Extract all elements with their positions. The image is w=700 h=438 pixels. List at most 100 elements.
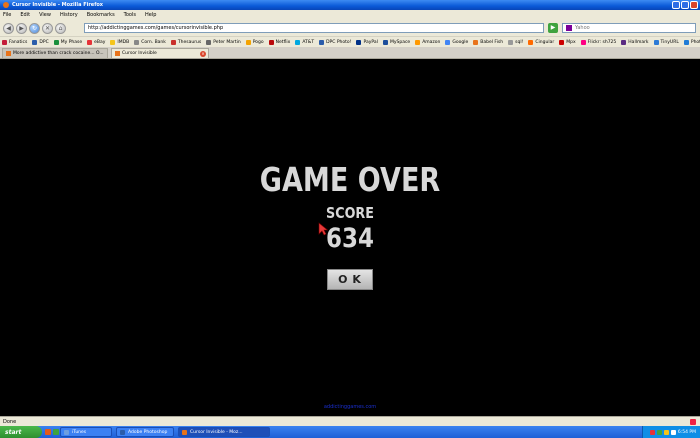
bookmark-item[interactable]: Photobucket	[683, 39, 700, 45]
bookmark-favicon-icon	[87, 39, 93, 45]
ok-button[interactable]: OK	[327, 269, 373, 290]
quick-launch-icon[interactable]	[45, 429, 51, 435]
bookmark-item[interactable]: Cingular	[528, 39, 554, 45]
bookmark-item[interactable]: Peter Martin	[206, 39, 241, 45]
bookmark-favicon-icon	[53, 39, 59, 45]
bookmark-favicon-icon	[473, 39, 479, 45]
menu-bookmarks[interactable]: Bookmarks	[87, 12, 115, 18]
bookmark-item[interactable]: Flickr: sh725	[580, 39, 617, 45]
bookmark-favicon-icon	[170, 39, 176, 45]
bookmark-item[interactable]: Pogo	[245, 39, 264, 45]
bookmark-label: Amazon	[422, 39, 441, 45]
task-itunes[interactable]: iTunes	[60, 427, 112, 437]
tab-cursor-invisible[interactable]: Cursor Invisible ×	[111, 48, 209, 58]
bookmark-item[interactable]: TinyURL	[653, 39, 679, 45]
bookmark-favicon-icon	[683, 39, 689, 45]
firefox-icon	[182, 429, 187, 435]
bookmark-label: Hallmark	[628, 39, 649, 45]
bookmark-label: Peter Martin	[213, 39, 241, 45]
bookmark-label: TinyURL	[660, 39, 679, 45]
bookmark-label: sql!	[515, 39, 524, 45]
bookmark-item[interactable]: sql!	[508, 39, 524, 45]
bookmark-item[interactable]: IMDB	[110, 39, 129, 45]
menu-edit[interactable]: Edit	[20, 12, 30, 18]
bookmark-item[interactable]: Hallmark	[621, 39, 649, 45]
maximize-button[interactable]	[681, 1, 689, 9]
bookmark-item[interactable]: Fanatics	[2, 39, 28, 45]
bookmark-item[interactable]: MySpace	[382, 39, 411, 45]
footer-link[interactable]: addictinggames.com	[0, 404, 700, 410]
go-button[interactable]: ▶	[548, 23, 558, 33]
bookmark-label: Babel Fish	[480, 39, 504, 45]
tab-label: More addictive than crack cocaine... O..…	[13, 51, 104, 56]
bookmark-label: Corn. Bank	[141, 39, 166, 45]
bookmark-label: Google	[452, 39, 469, 45]
score-label: SCORE	[326, 204, 374, 222]
reload-button[interactable]: ↻	[29, 22, 40, 34]
bookmark-item[interactable]: PayPal	[356, 39, 378, 45]
bookmark-label: PayPal	[363, 39, 378, 45]
bookmark-label: Fanatics	[9, 39, 28, 45]
task-firefox[interactable]: Cursor Invisible - Moz...	[178, 427, 270, 437]
bookmark-item[interactable]: DPC	[32, 39, 49, 45]
bookmark-label: Flickr: sh725	[587, 39, 617, 45]
photoshop-icon	[120, 429, 125, 435]
menu-view[interactable]: View	[39, 12, 51, 18]
tab-favicon	[6, 51, 11, 56]
window-title-bar[interactable]: Cursor Invisible - Mozilla Firefox	[0, 0, 700, 10]
home-button[interactable]: ⌂	[55, 22, 66, 34]
system-tray: 6:54 PM	[642, 426, 700, 438]
bookmark-item[interactable]: eBay	[87, 39, 106, 45]
bookmark-item[interactable]: Google	[445, 39, 469, 45]
quick-launch-icon[interactable]	[53, 429, 59, 435]
stop-button[interactable]: ✕	[42, 22, 53, 34]
bookmark-item[interactable]: Mpx	[559, 39, 576, 45]
bookmark-favicon-icon	[319, 39, 325, 45]
menu-file[interactable]: File	[3, 12, 11, 18]
bookmark-favicon-icon	[32, 39, 38, 45]
close-window-button[interactable]	[690, 1, 698, 9]
clock: 6:54 PM	[677, 429, 696, 435]
menu-help[interactable]: Help	[145, 12, 156, 18]
url-bar[interactable]: http://addictinggames.com/games/cursorin…	[84, 23, 544, 33]
bookmark-label: DPC	[39, 39, 49, 45]
status-addon-icon[interactable]	[690, 419, 696, 425]
game-area[interactable]: GAME OVER SCORE 634 OK addictinggames.co…	[0, 60, 700, 416]
game-over-heading: GAME OVER	[259, 160, 441, 199]
tab-bar: More addictive than crack cocaine... O..…	[0, 47, 700, 59]
tray-icon[interactable]	[663, 429, 669, 435]
minimize-button[interactable]	[672, 1, 680, 9]
forward-button[interactable]: ▶	[16, 22, 27, 34]
bookmark-favicon-icon	[621, 39, 627, 45]
tray-icon[interactable]	[670, 429, 676, 435]
bookmark-favicon-icon	[528, 39, 534, 45]
bookmark-item[interactable]: Thesaurus	[170, 39, 201, 45]
bookmark-item[interactable]: Netflix	[268, 39, 290, 45]
menu-history[interactable]: History	[60, 12, 78, 18]
tab-label: Cursor Invisible	[122, 51, 157, 56]
bookmark-favicon-icon	[295, 39, 301, 45]
bookmark-label: MySpace	[389, 39, 411, 45]
bookmark-label: eBay	[94, 39, 106, 45]
back-button[interactable]: ◀	[3, 22, 14, 34]
bookmark-item[interactable]: Babel Fish	[473, 39, 504, 45]
yahoo-icon	[566, 25, 572, 31]
task-label: Cursor Invisible - Moz...	[190, 429, 243, 435]
tab-close-icon[interactable]: ×	[200, 51, 206, 57]
start-button[interactable]: start	[0, 426, 42, 438]
tray-icon[interactable]	[656, 429, 662, 435]
bookmark-item[interactable]: Corn. Bank	[134, 39, 166, 45]
bookmark-item[interactable]: DPC Photo!	[319, 39, 351, 45]
url-text: http://addictinggames.com/games/cursorin…	[88, 25, 224, 31]
task-photoshop[interactable]: Adobe Photoshop	[116, 427, 174, 437]
bookmark-item[interactable]: My Phase	[53, 39, 82, 45]
search-input[interactable]: Yahoo	[562, 23, 696, 33]
bookmark-favicon-icon	[134, 39, 140, 45]
firefox-icon	[3, 2, 9, 8]
menu-tools[interactable]: Tools	[124, 12, 136, 18]
bookmark-item[interactable]: AT&T	[295, 39, 314, 45]
tray-icon[interactable]	[649, 429, 655, 435]
score-value: 634	[326, 223, 374, 254]
bookmark-item[interactable]: Amazon	[415, 39, 441, 45]
tab-addictive[interactable]: More addictive than crack cocaine... O..…	[2, 48, 108, 58]
